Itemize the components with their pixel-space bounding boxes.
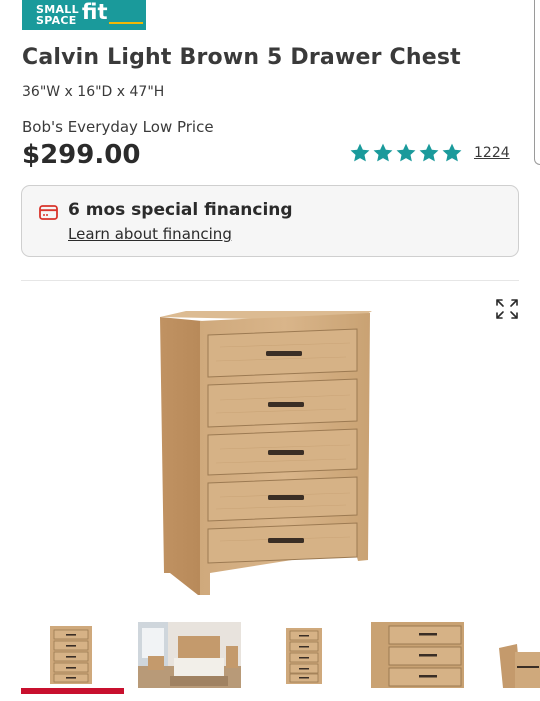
section-divider <box>21 280 519 281</box>
star-icon <box>442 143 462 162</box>
thumbnail-chest-small[interactable] <box>282 622 326 688</box>
financing-title: 6 mos special financing <box>68 200 293 220</box>
scroll-indicator <box>534 0 540 165</box>
thumbnail-bedroom-scene[interactable] <box>138 622 241 688</box>
badge-line-2: SPACE <box>36 14 77 27</box>
star-icon <box>373 143 393 162</box>
financing-box: 6 mos special financing Learn about fina… <box>21 185 519 257</box>
price-label: Bob's Everyday Low Price <box>22 118 214 136</box>
rating[interactable]: 1224 <box>349 142 510 164</box>
star-icon <box>419 143 439 162</box>
product-price: $299.00 <box>22 140 141 170</box>
star-icon <box>350 143 370 162</box>
active-thumbnail-indicator <box>21 688 124 694</box>
thumbnail-chest-side[interactable] <box>497 622 540 688</box>
thumbnail-chest-front[interactable] <box>46 622 96 688</box>
product-image[interactable] <box>150 305 380 600</box>
product-dimensions: 36"W x 16"D x 47"H <box>22 84 165 100</box>
credit-card-icon <box>39 205 58 220</box>
product-title: Calvin Light Brown 5 Drawer Chest <box>22 45 461 70</box>
badge-underline <box>109 22 143 24</box>
learn-financing-link[interactable]: Learn about financing <box>68 225 232 243</box>
review-count-link[interactable]: 1224 <box>474 145 510 161</box>
thumbnail-strip <box>0 618 540 701</box>
thumbnail-drawer-closeup[interactable] <box>371 622 464 688</box>
star-icon <box>396 143 416 162</box>
small-space-fit-badge: SMALL SPACE fit <box>22 0 146 30</box>
star-rating <box>349 142 463 164</box>
badge-fit: fit <box>81 0 108 24</box>
expand-icon[interactable] <box>494 297 520 321</box>
